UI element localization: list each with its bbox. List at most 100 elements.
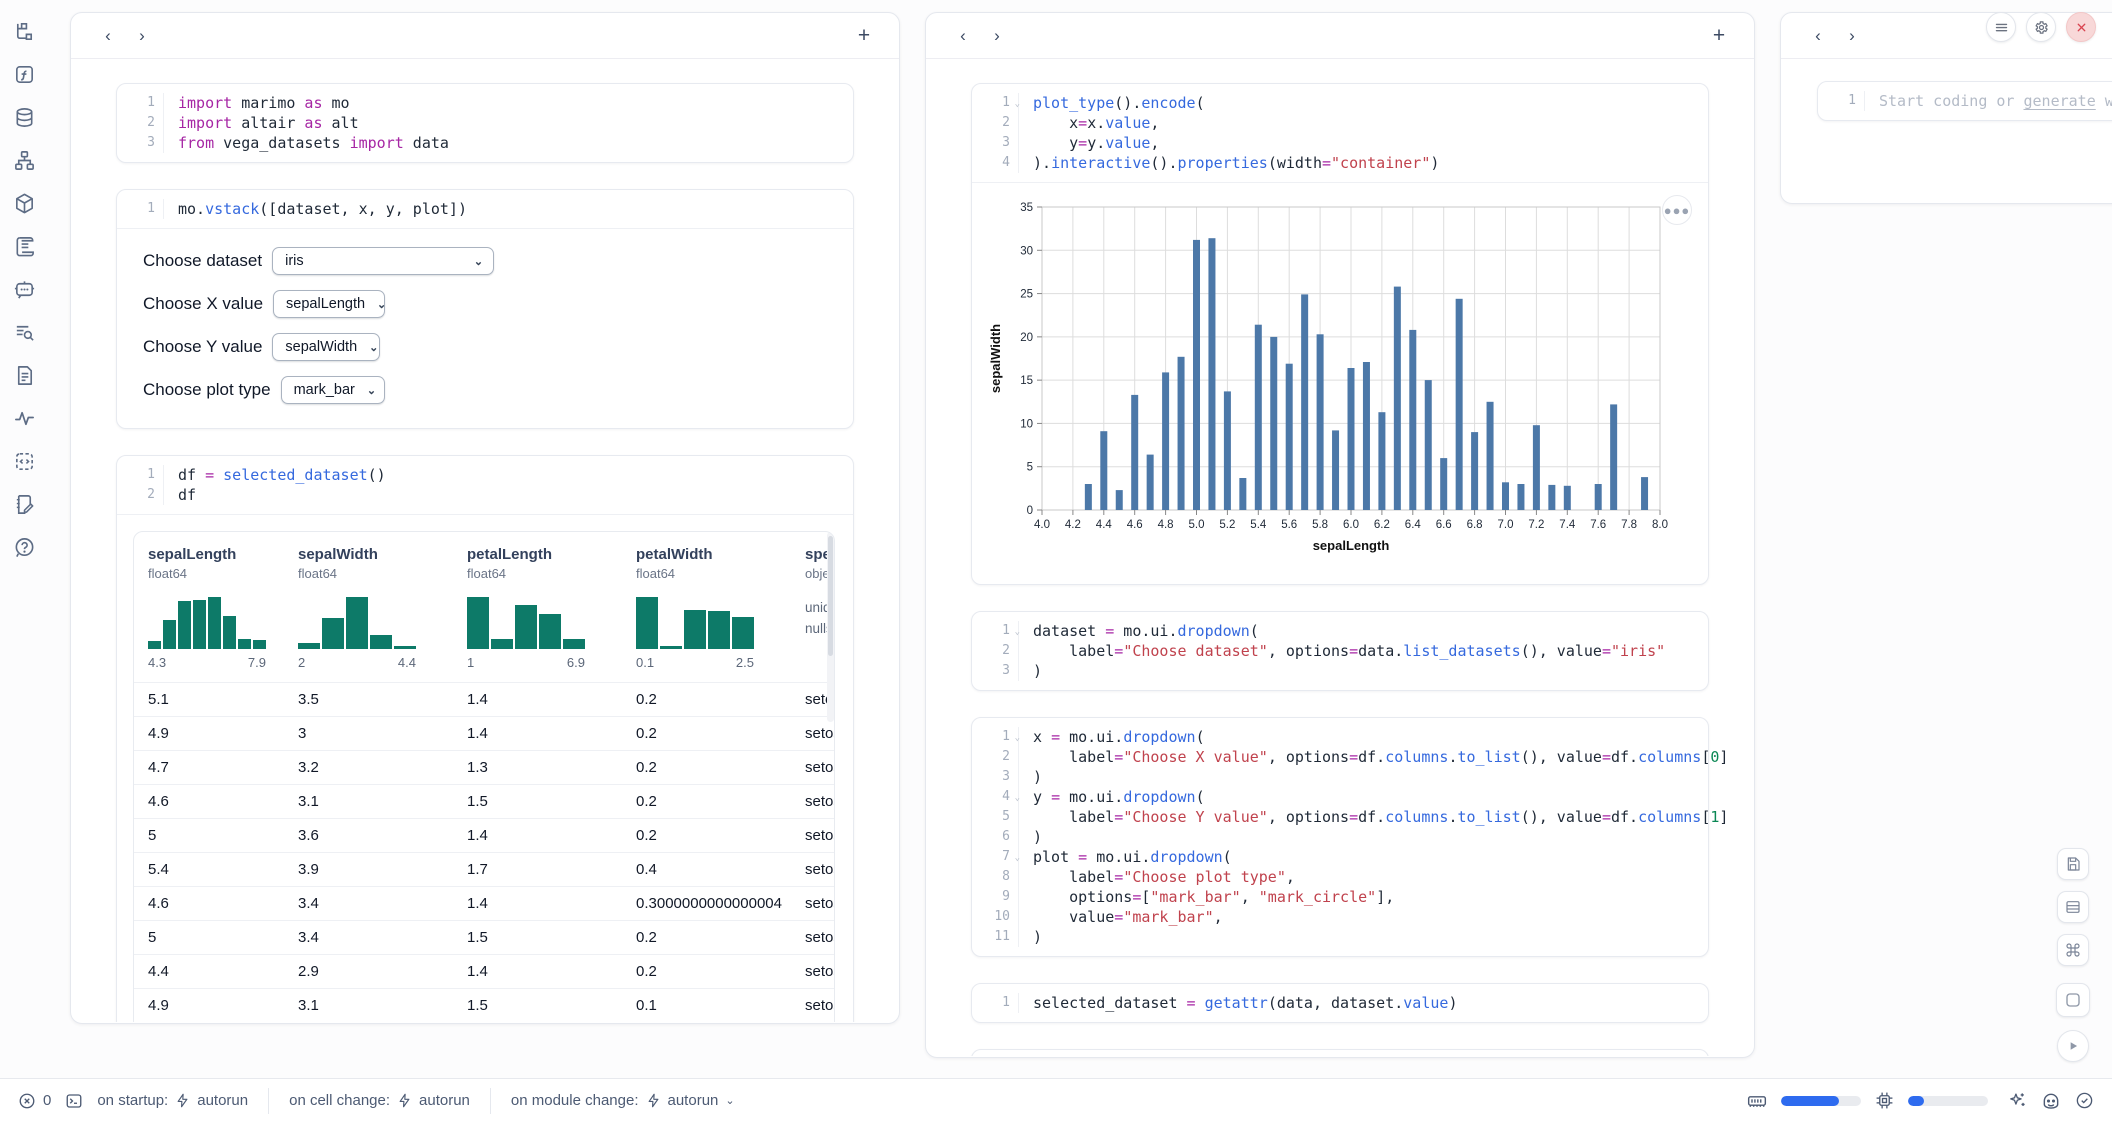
help-question-icon[interactable]	[9, 532, 39, 562]
code-text[interactable]: from vega_datasets import data	[163, 133, 449, 153]
code-cell-df[interactable]: 1df = selected_dataset()2df sepalLengthf…	[116, 455, 854, 1022]
panel-forward-button[interactable]: ›	[1835, 21, 1869, 51]
table-cell: 3.1	[284, 785, 453, 818]
ai-sparkles-icon[interactable]	[2008, 1091, 2027, 1110]
column-header[interactable]: petalWidthfloat640.12.5	[622, 532, 791, 682]
function-square-icon[interactable]	[9, 59, 39, 89]
code-text[interactable]: label="Choose X value", options=df.colum…	[1018, 747, 1728, 767]
panel-back-button[interactable]: ‹	[1801, 21, 1835, 51]
code-placeholder[interactable]: Start coding or generate with AI	[1864, 91, 2112, 111]
choose-dataset-select[interactable]: iris⌄	[272, 247, 494, 275]
table-row[interactable]: 4.931.40.2setosa	[134, 716, 834, 750]
code-text[interactable]: )	[1018, 661, 1042, 681]
code-text[interactable]: df = selected_dataset()	[163, 465, 386, 485]
generate-link[interactable]: generate	[2024, 92, 2096, 110]
code-text[interactable]: label="Choose dataset", options=data.lis…	[1018, 641, 1665, 661]
app-frame-button[interactable]	[2056, 983, 2090, 1017]
code-text[interactable]: y = mo.ui.dropdown(	[1018, 787, 1205, 807]
table-row[interactable]: 5.43.91.70.4setosa	[134, 852, 834, 886]
dependency-graph-icon[interactable]	[9, 145, 39, 175]
choose-plot-type-select[interactable]: mark_bar⌄	[281, 376, 385, 404]
table-scrollbar[interactable]	[827, 532, 834, 722]
run-button[interactable]	[2057, 1030, 2089, 1062]
file-tree-icon[interactable]	[9, 16, 39, 46]
code-text[interactable]: label="Choose Y value", options=df.colum…	[1018, 807, 1728, 827]
code-text[interactable]: )	[1018, 827, 1042, 847]
panel-back-button[interactable]: ‹	[91, 21, 125, 51]
column-header[interactable]: petalLengthfloat6416.9	[453, 532, 622, 682]
package-cube-icon[interactable]	[9, 188, 39, 218]
command-button[interactable]	[2057, 934, 2089, 966]
fold-chevron-icon[interactable]: ⌄	[1015, 94, 1020, 114]
panel-forward-button[interactable]: ›	[125, 21, 159, 51]
panel-back-button[interactable]: ‹	[946, 21, 980, 51]
code-text[interactable]: plot = mo.ui.dropdown(	[1018, 847, 1232, 867]
code-cell-xy-dropdowns[interactable]: 1⌄x = mo.ui.dropdown(2 label="Choose X v…	[971, 717, 1709, 957]
table-row[interactable]: 5.13.51.40.2setosa	[134, 682, 834, 716]
table-row[interactable]: 4.93.11.50.1setosa	[134, 988, 834, 1022]
code-text[interactable]: plot_type().encode(	[1018, 93, 1205, 113]
menu-icon[interactable]	[1986, 12, 2016, 42]
close-icon[interactable]	[2066, 12, 2096, 42]
code-text[interactable]: )	[1018, 767, 1042, 787]
layout-button[interactable]	[2057, 891, 2089, 923]
snippets-file-icon[interactable]	[9, 360, 39, 390]
code-text[interactable]: dataset = mo.ui.dropdown(	[1018, 621, 1259, 641]
table-row[interactable]: 4.63.41.40.3000000000000004setosa	[134, 886, 834, 920]
code-cell-selected-dataset[interactable]: 1selected_dataset = getattr(data, datase…	[971, 983, 1709, 1023]
table-row[interactable]: 4.63.11.50.2setosa	[134, 784, 834, 818]
tracing-pulse-icon[interactable]	[9, 403, 39, 433]
error-indicator[interactable]: 0	[18, 1092, 51, 1110]
scroll-logs-icon[interactable]	[9, 231, 39, 261]
copilot-icon[interactable]	[2041, 1091, 2061, 1111]
code-text[interactable]: mo.vstack([dataset, x, y, plot])	[163, 199, 467, 219]
doc-search-icon[interactable]	[9, 317, 39, 347]
code-cell-plot[interactable]: 1⌄plot_type().encode(2 x=x.value,3 y=y.v…	[971, 83, 1709, 585]
save-button[interactable]	[2057, 848, 2089, 880]
fold-chevron-icon[interactable]: ⌄	[1015, 728, 1020, 748]
code-text[interactable]: )	[1018, 927, 1042, 947]
runtime-config-item[interactable]: on startup:autorun	[97, 1092, 248, 1109]
code-cell-vstack[interactable]: 1mo.vstack([dataset, x, y, plot]) Choose…	[116, 189, 854, 429]
table-row[interactable]: 4.42.91.40.2setosa	[134, 954, 834, 988]
code-text[interactable]: x = mo.ui.dropdown(	[1018, 727, 1205, 747]
table-row[interactable]: 53.61.40.2setosa	[134, 818, 834, 852]
chat-bot-icon[interactable]	[9, 274, 39, 304]
empty-code-cell[interactable]: 1 Start coding or generate with AI	[1817, 81, 2112, 121]
code-text[interactable]: y=y.value,	[1018, 133, 1159, 153]
code-cell-dataset-dropdown[interactable]: 1⌄dataset = mo.ui.dropdown(2 label="Choo…	[971, 611, 1709, 691]
table-row[interactable]: 4.73.21.30.2setosa	[134, 750, 834, 784]
code-text[interactable]: value="mark_bar",	[1018, 907, 1223, 927]
code-text[interactable]: ).interactive().properties(width="contai…	[1018, 153, 1439, 173]
code-text[interactable]: options=["mark_bar", "mark_circle"],	[1018, 887, 1394, 907]
column-header[interactable]: sepalWidthfloat6424.4	[284, 532, 453, 682]
notebook-edit-icon[interactable]	[9, 489, 39, 519]
connection-status-icon[interactable]	[2075, 1091, 2094, 1110]
runtime-config-item[interactable]: on cell change:autorun	[289, 1092, 470, 1109]
code-text[interactable]: x=x.value,	[1018, 113, 1159, 133]
terminal-button[interactable]	[65, 1092, 83, 1110]
code-square-icon[interactable]	[9, 446, 39, 476]
code-text[interactable]: df	[163, 485, 196, 505]
code-text[interactable]: selected_dataset = getattr(data, dataset…	[1018, 993, 1457, 1013]
code-text[interactable]: import altair as alt	[163, 113, 359, 133]
code-cell-imports[interactable]: 1import marimo as mo2import altair as al…	[116, 83, 854, 163]
column-header[interactable]: sepalLengthfloat644.37.9	[134, 532, 284, 682]
chart-menu-button[interactable]: ●●●	[1662, 195, 1692, 225]
code-text[interactable]: label="Choose plot type",	[1018, 867, 1295, 887]
code-cell-plot-type[interactable]: 1plot_type = getattr(alt.Chart(df), plot…	[971, 1049, 1709, 1056]
fold-chevron-icon[interactable]: ⌄	[1015, 788, 1020, 808]
gear-icon[interactable]	[2026, 12, 2056, 42]
runtime-config-item[interactable]: on module change:autorun⌄	[511, 1092, 735, 1109]
add-cell-button[interactable]: +	[849, 21, 879, 51]
bar-chart[interactable]: 4.04.24.44.64.85.05.25.45.65.86.06.26.46…	[986, 197, 1674, 569]
database-icon[interactable]	[9, 102, 39, 132]
panel-forward-button[interactable]: ›	[980, 21, 1014, 51]
choose-x-value-select[interactable]: sepalLength⌄	[273, 290, 385, 318]
code-text[interactable]: import marimo as mo	[163, 93, 350, 113]
fold-chevron-icon[interactable]: ⌄	[1015, 848, 1020, 868]
choose-y-value-select[interactable]: sepalWidth⌄	[272, 333, 380, 361]
add-cell-button[interactable]: +	[1704, 21, 1734, 51]
table-row[interactable]: 53.41.50.2setosa	[134, 920, 834, 954]
fold-chevron-icon[interactable]: ⌄	[1015, 622, 1020, 642]
